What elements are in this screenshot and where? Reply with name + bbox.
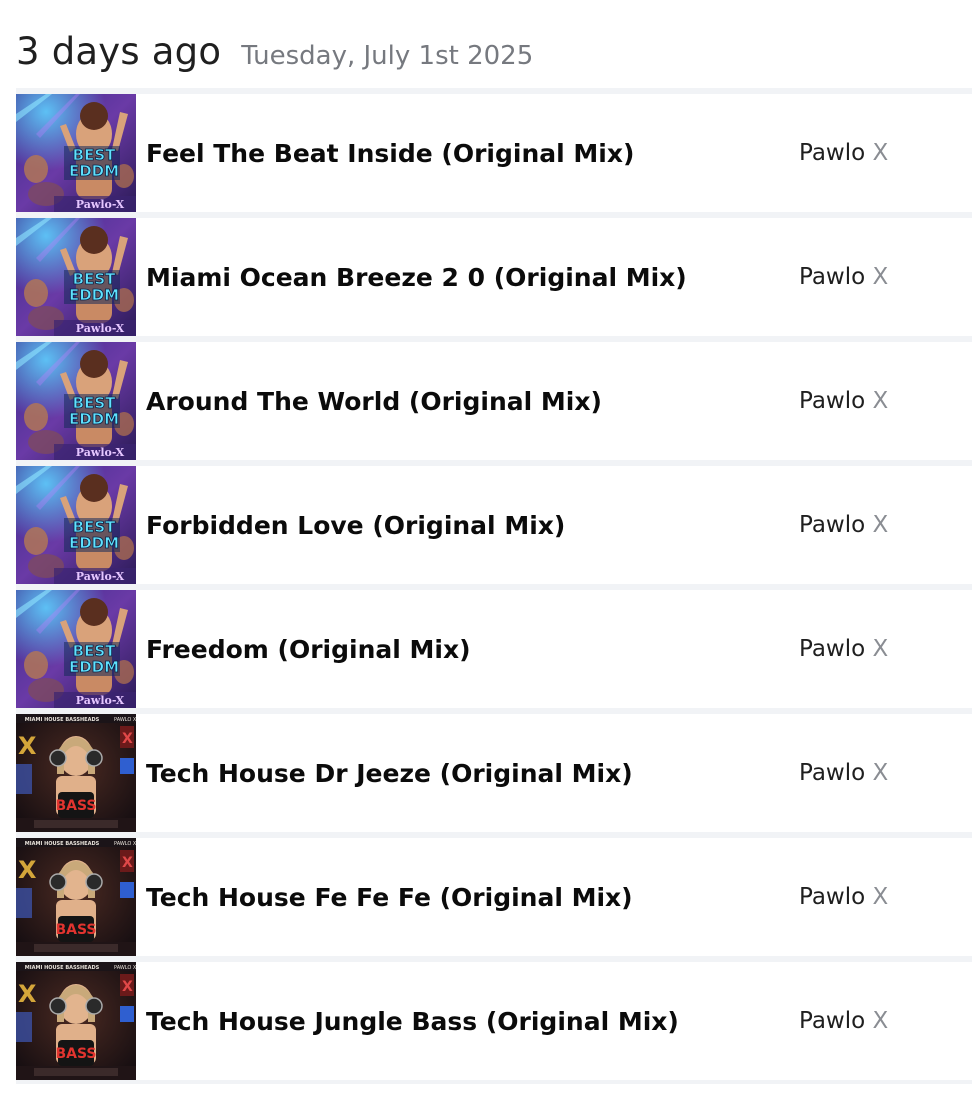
artist-first-name: Pawlo [799,636,866,662]
artist-first-name: Pawlo [799,264,866,290]
artist-last-name: X [872,512,889,538]
artist-first-name: Pawlo [799,512,866,538]
artist-link[interactable]: Pawlo X [799,636,888,662]
track-row[interactable]: BEST EDDM Pawlo-X Around The World (Orig… [16,336,972,460]
svg-text:PAWLO X: PAWLO X [114,841,136,847]
cover-art-image[interactable]: MIAMI HOUSE BASSHEADS PAWLO X X X BASS [16,962,136,1080]
artist-last-name: X [872,140,889,166]
svg-text:Pawlo-X: Pawlo-X [76,322,125,335]
track-title[interactable]: Freedom (Original Mix) [146,635,786,664]
track-row[interactable]: BEST EDDM Pawlo-X Forbidden Love (Origin… [16,460,972,584]
cover-art-image[interactable]: BEST EDDM Pawlo-X [16,218,136,336]
artist-last-name: X [872,636,889,662]
svg-text:MIAMI HOUSE BASSHEADS: MIAMI HOUSE BASSHEADS [25,841,100,847]
track-title[interactable]: Forbidden Love (Original Mix) [146,511,786,540]
svg-text:PAWLO X: PAWLO X [114,965,136,971]
svg-text:Pawlo-X: Pawlo-X [76,570,125,583]
artist-link[interactable]: Pawlo X [799,388,888,414]
svg-text:PAWLO X: PAWLO X [114,717,136,723]
full-date: Tuesday, July 1st 2025 [241,41,534,71]
track-title[interactable]: Tech House Fe Fe Fe (Original Mix) [146,883,786,912]
svg-text:MIAMI HOUSE BASSHEADS: MIAMI HOUSE BASSHEADS [25,717,100,723]
artist-link[interactable]: Pawlo X [799,140,888,166]
artist-last-name: X [872,760,889,786]
artist-link[interactable]: Pawlo X [799,512,888,538]
artist-last-name: X [872,1008,889,1034]
cover-art-image[interactable]: MIAMI HOUSE BASSHEADS PAWLO X X X BASS [16,714,136,832]
svg-text:EDDM: EDDM [69,658,119,676]
track-row[interactable]: MIAMI HOUSE BASSHEADS PAWLO X X X BASS T… [16,956,972,1084]
svg-text:EDDM: EDDM [69,534,119,552]
artist-first-name: Pawlo [799,1008,866,1034]
track-row[interactable]: MIAMI HOUSE BASSHEADS PAWLO X X X BASS T… [16,832,972,956]
artist-link[interactable]: Pawlo X [799,1008,888,1034]
artist-link[interactable]: Pawlo X [799,264,888,290]
svg-text:EDDM: EDDM [69,162,119,180]
svg-text:X: X [122,731,133,747]
svg-text:EDDM: EDDM [69,410,119,428]
relative-date: 3 days ago [16,30,222,73]
svg-text:X: X [18,980,37,1008]
track-row[interactable]: BEST EDDM Pawlo-X Freedom (Original Mix)… [16,584,972,708]
svg-text:BASS: BASS [55,798,96,814]
artist-first-name: Pawlo [799,884,866,910]
svg-text:MIAMI HOUSE BASSHEADS: MIAMI HOUSE BASSHEADS [25,965,100,971]
artist-first-name: Pawlo [799,140,866,166]
cover-art-image[interactable]: BEST EDDM Pawlo-X [16,342,136,460]
cover-art-image[interactable]: BEST EDDM Pawlo-X [16,590,136,708]
track-row[interactable]: BEST EDDM Pawlo-X Miami Ocean Breeze 2 0… [16,212,972,336]
svg-text:EDDM: EDDM [69,286,119,304]
cover-art-image[interactable]: BEST EDDM Pawlo-X [16,94,136,212]
svg-text:BASS: BASS [55,1046,96,1062]
svg-text:Pawlo-X: Pawlo-X [76,446,125,459]
track-title[interactable]: Tech House Jungle Bass (Original Mix) [146,1007,786,1036]
track-title[interactable]: Around The World (Original Mix) [146,387,786,416]
cover-art-image[interactable]: MIAMI HOUSE BASSHEADS PAWLO X X X BASS [16,838,136,956]
date-group-header: 3 days ago Tuesday, July 1st 2025 [16,30,533,73]
artist-first-name: Pawlo [799,388,866,414]
track-title[interactable]: Miami Ocean Breeze 2 0 (Original Mix) [146,263,786,292]
track-row[interactable]: BEST EDDM Pawlo-X Feel The Beat Inside (… [16,88,972,212]
artist-last-name: X [872,884,889,910]
track-title[interactable]: Tech House Dr Jeeze (Original Mix) [146,759,786,788]
recent-tracks-page: 3 days ago Tuesday, July 1st 2025 BEST E… [0,0,972,1110]
svg-text:BASS: BASS [55,922,96,938]
svg-text:Pawlo-X: Pawlo-X [76,694,125,707]
svg-text:X: X [122,855,133,871]
cover-art-image[interactable]: BEST EDDM Pawlo-X [16,466,136,584]
svg-text:X: X [18,732,37,760]
artist-link[interactable]: Pawlo X [799,760,888,786]
svg-text:X: X [122,979,133,995]
artist-last-name: X [872,388,889,414]
svg-text:Pawlo-X: Pawlo-X [76,198,125,211]
track-row[interactable]: MIAMI HOUSE BASSHEADS PAWLO X X X BASS T… [16,708,972,832]
artist-first-name: Pawlo [799,760,866,786]
artist-link[interactable]: Pawlo X [799,884,888,910]
track-list: BEST EDDM Pawlo-X Feel The Beat Inside (… [16,88,972,1084]
svg-text:X: X [18,856,37,884]
artist-last-name: X [872,264,889,290]
track-title[interactable]: Feel The Beat Inside (Original Mix) [146,139,786,168]
